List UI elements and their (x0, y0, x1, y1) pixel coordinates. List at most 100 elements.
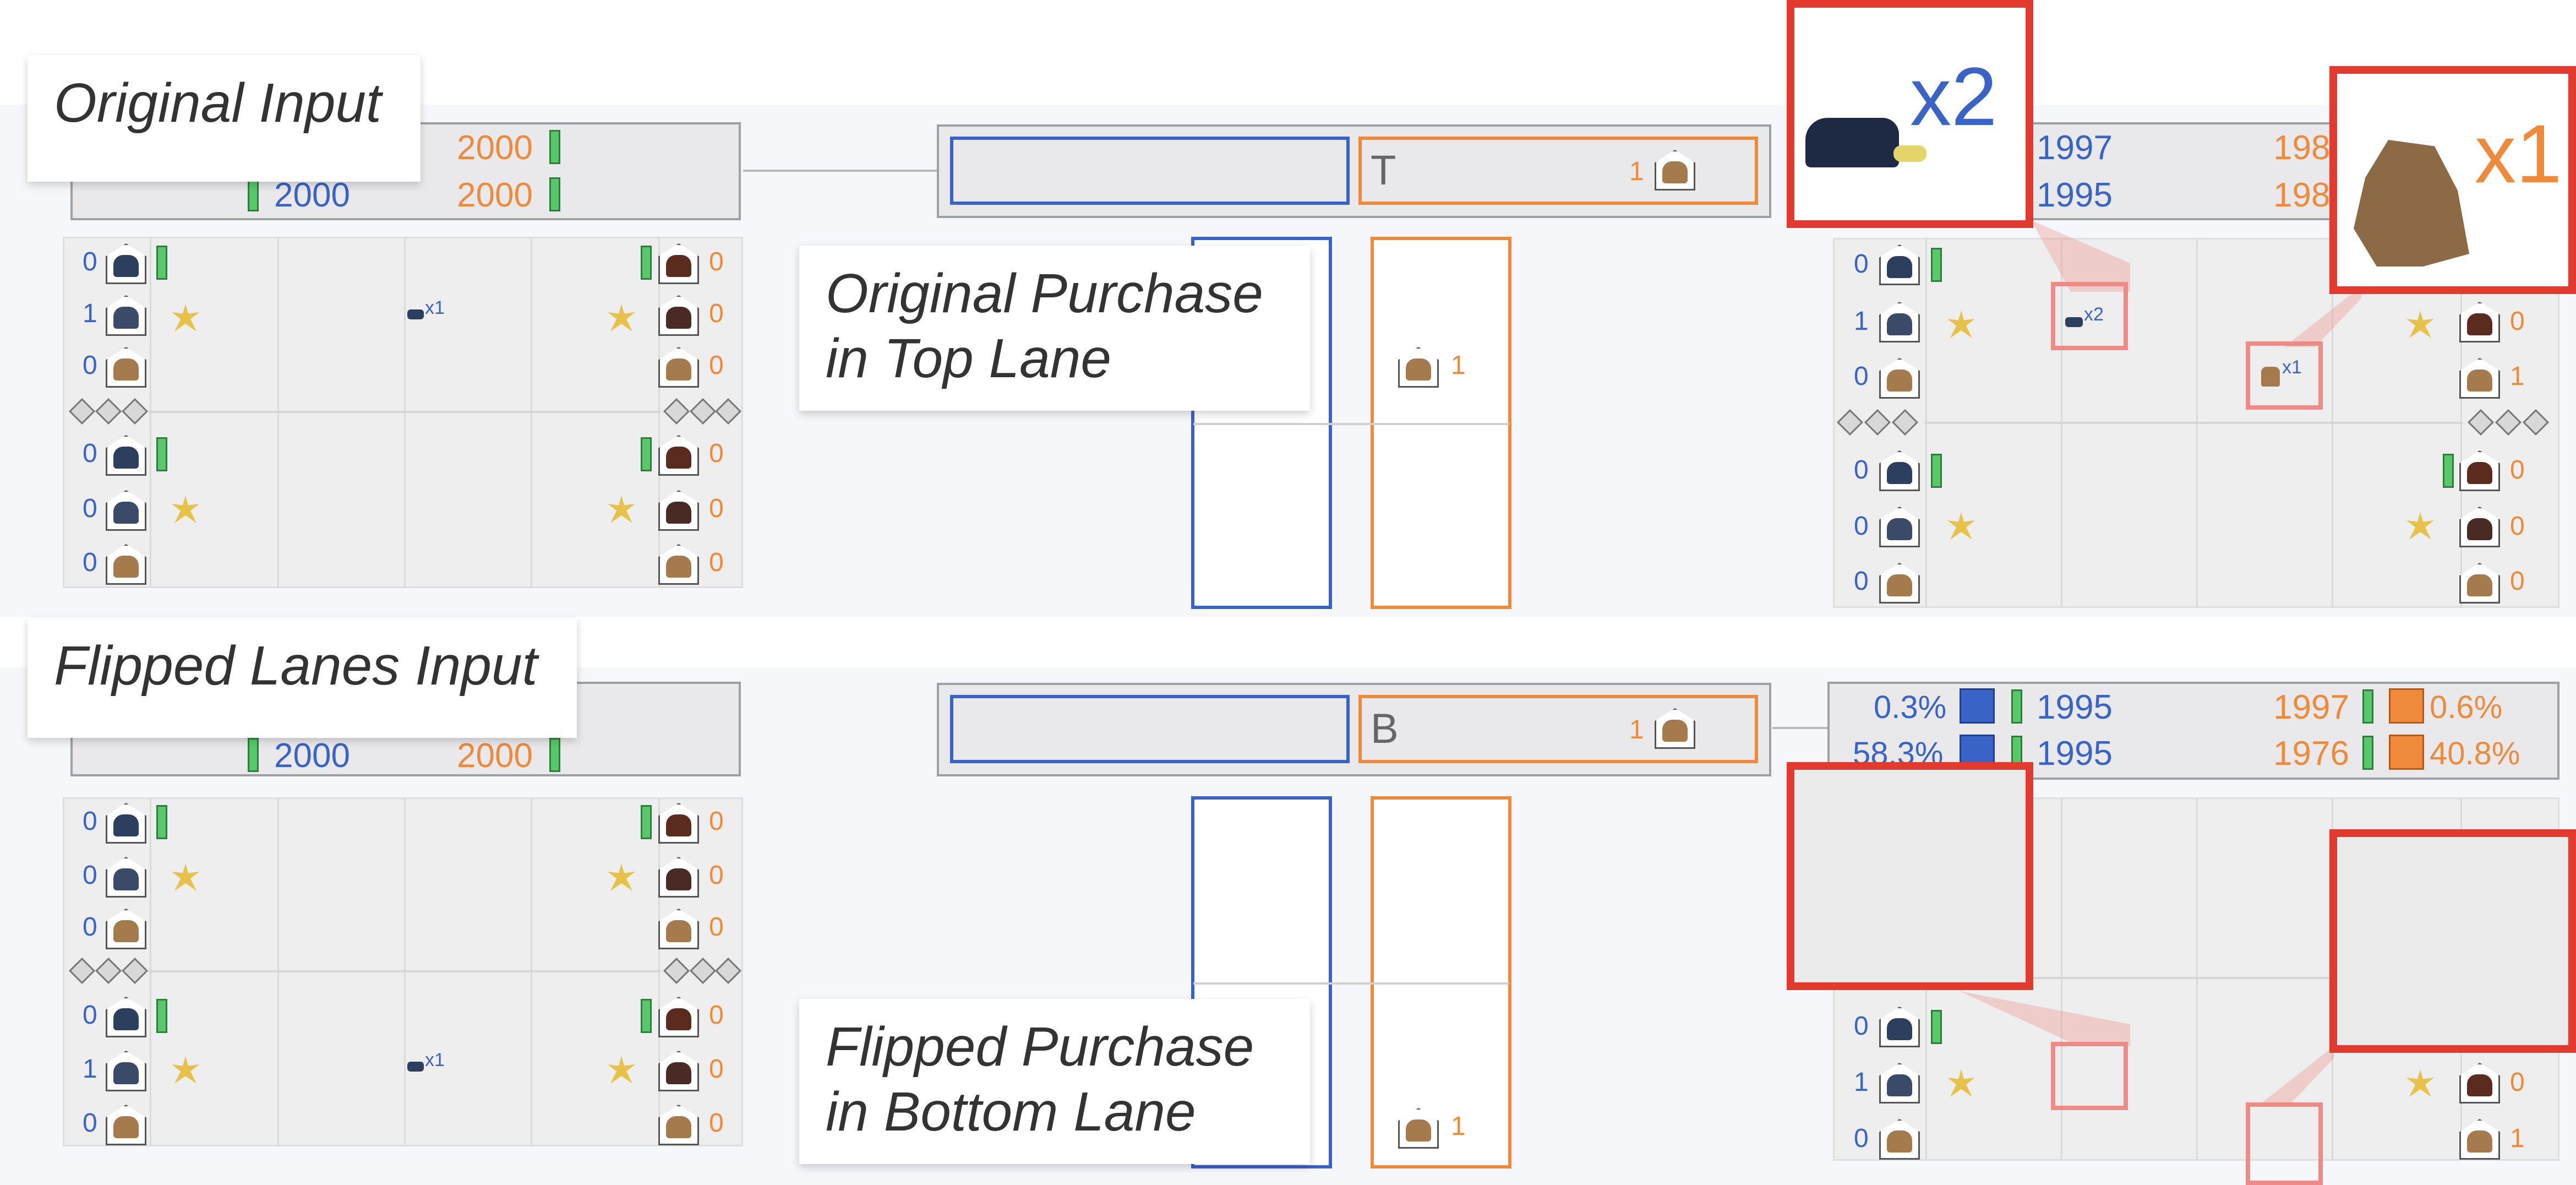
health-bar (2362, 689, 2373, 724)
original-purchase-label: Original Purchase in Top Lane (799, 246, 1310, 411)
label-text: in Top Lane (826, 328, 1111, 389)
unit-count: 0 (709, 807, 724, 836)
top-left-green-bar-bottom-blue (248, 177, 259, 211)
unit-count: 0 (1854, 567, 1869, 596)
purchase-count: 1 (1451, 351, 1466, 380)
bottom-connector-line (1772, 727, 1830, 729)
unit-count: 0 (83, 807, 97, 836)
win-percent: 0.6% (2430, 689, 2503, 725)
zoom-callout-empty-left (1787, 762, 2033, 990)
unit-count: 0 (2510, 512, 2525, 541)
new-unit-highlight (2246, 1102, 2323, 1185)
label-text: Original Purchase (826, 263, 1263, 324)
health-bar (641, 437, 652, 471)
top-right-orange-score-top: 198 (2273, 129, 2331, 167)
bottom-right-orange-score-top: 1997 (2273, 688, 2349, 726)
zoom-label: x1 (2475, 107, 2562, 200)
top-left-green-bar-bottom (549, 177, 560, 211)
unit-count: 1 (2510, 362, 2525, 391)
unit-count: 0 (83, 494, 97, 523)
lane-divider (149, 970, 661, 972)
health-bar (641, 805, 652, 839)
bottom-lane-letter: B (1371, 705, 1399, 752)
mini-unit-label: x2 (2084, 304, 2104, 325)
unit-count: 0 (1854, 455, 1869, 485)
unit-count: 1 (83, 299, 97, 328)
unit-count: 0 (709, 351, 724, 380)
mini-unit-label: x1 (2282, 357, 2302, 378)
top-left-orange-score-top: 2000 (457, 129, 533, 167)
flipped-input-label: Flipped Lanes Input (28, 618, 577, 738)
unit-count: 0 (1854, 1124, 1869, 1153)
mini-unit-icon (407, 309, 424, 319)
health-bar (641, 999, 652, 1033)
unit-count: 0 (2510, 455, 2525, 485)
bottom-right-orange-score-bottom: 1976 (2273, 735, 2349, 773)
unit-count: 1 (1854, 1068, 1869, 1097)
unit-count: 0 (709, 912, 724, 942)
unit-count: 0 (1854, 362, 1869, 391)
label-text: in Bottom Lane (826, 1081, 1196, 1143)
win-percent: 0.3% (1874, 689, 1947, 725)
unit-count: 0 (709, 548, 724, 577)
health-bar (156, 246, 167, 280)
mini-unit-icon (407, 1062, 424, 1072)
top-right-blue-score-bottom: 1995 (2037, 176, 2113, 214)
blue-crest-icon (1960, 688, 1995, 724)
health-bar (2443, 454, 2454, 488)
bottom-right-blue-score-bottom: 1995 (2037, 735, 2113, 773)
bottom-right-blue-score-top: 1995 (2037, 688, 2113, 726)
unit-count: 0 (83, 439, 97, 468)
top-left-orange-score-bottom: 2000 (457, 176, 533, 214)
health-bar (1931, 248, 1942, 282)
health-bar (1931, 1010, 1942, 1044)
unit-count: 0 (83, 912, 97, 942)
health-bar (156, 805, 167, 839)
zoom-label: x2 (1910, 50, 1998, 143)
top-lane-letter: T (1371, 147, 1396, 194)
unit-count: 0 (83, 247, 97, 276)
new-unit-highlight (2051, 1042, 2128, 1110)
lane-divider (1924, 422, 2463, 424)
health-bar (2011, 689, 2022, 724)
unit-count: 0 (83, 1108, 97, 1138)
zoomed-goblin-icon (2354, 140, 2469, 267)
bottom-left-green-bar (549, 738, 560, 772)
unit-count: 0 (709, 861, 724, 890)
unit-count: 0 (83, 548, 97, 577)
original-input-label: Original Input (28, 55, 421, 182)
mini-unit-label: x1 (425, 297, 445, 318)
zoom-callout-right: x1 (2329, 66, 2576, 294)
unit-count: 0 (709, 1054, 724, 1084)
mini-unit-label: x1 (425, 1050, 445, 1070)
health-bar (156, 437, 167, 471)
slot-divider (1193, 982, 1509, 985)
grid-line (2196, 798, 2198, 1160)
flipped-purchase-label: Flipped Purchase in Bottom Lane (799, 999, 1310, 1164)
health-bar (2362, 736, 2373, 770)
unit-count: 0 (709, 1108, 724, 1138)
bottom-action-blue-box (950, 695, 1350, 763)
top-action-orange-box (1358, 137, 1758, 205)
label-text: Flipped Lanes Input (54, 635, 538, 697)
unit-count: 0 (2510, 307, 2525, 336)
slot-divider (1193, 423, 1509, 425)
bottom-action-orange-box (1358, 695, 1758, 763)
top-left-green-bar-top (549, 130, 560, 164)
mini-unit-icon (2065, 317, 2083, 327)
top-connector-line (743, 170, 939, 172)
label-text: Original Input (54, 72, 381, 134)
bottom-action-count: 1 (1629, 715, 1644, 744)
unit-count: 0 (709, 439, 724, 468)
zoomed-spark (1893, 145, 1926, 162)
mini-goblin-icon (2261, 367, 2280, 387)
unit-count: 0 (709, 247, 724, 276)
unit-count: 0 (83, 861, 97, 890)
unit-count: 0 (709, 494, 724, 523)
orange-crest-icon (2389, 735, 2424, 770)
unit-count: 0 (709, 1001, 724, 1030)
zoom-callout-empty-right (2329, 829, 2576, 1053)
top-right-orange-score-bottom: 198 (2273, 176, 2331, 214)
unit-count: 1 (83, 1054, 97, 1084)
top-action-blue-box (950, 137, 1350, 205)
